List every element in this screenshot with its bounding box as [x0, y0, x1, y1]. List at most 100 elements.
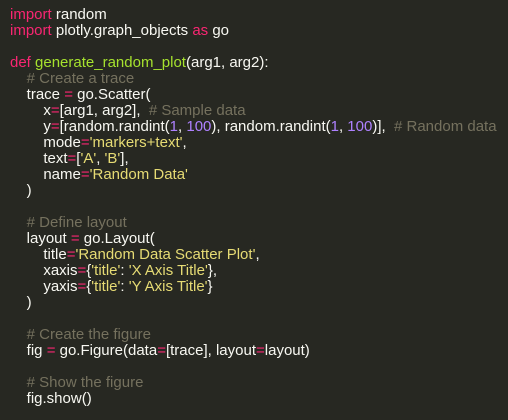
code-line: xaxis={'title': 'X Axis Title'}, — [10, 263, 497, 279]
keyword-token: def — [10, 54, 31, 71]
operator-token: = — [80, 166, 90, 183]
comment-token: # Random data — [394, 118, 497, 135]
code-line: ) — [10, 295, 497, 311]
code-token: name — [10, 166, 81, 183]
code-line: yaxis={'title': 'Y Axis Title'} — [10, 279, 497, 295]
code-line: y=[random.randint(1, 100), random.randin… — [10, 118, 497, 135]
code-token: : — [120, 262, 129, 279]
code-line: # Create the figure — [10, 327, 497, 343]
string-token: 'Random Data Scatter Plot' — [75, 246, 256, 263]
comment-token: # Define layout — [26, 214, 127, 231]
code-token: ], — [120, 150, 129, 167]
code-token: }, — [207, 262, 217, 279]
code-token: trace — [10, 86, 65, 103]
code-token: random — [51, 6, 107, 23]
code-token: xaxis — [10, 262, 78, 279]
code-line: import plotly.graph_objects as go — [10, 23, 497, 39]
operator-token: = — [67, 150, 77, 167]
number-token: 1 — [330, 118, 339, 135]
code-token: title — [10, 246, 67, 263]
code-token: ), random.randint( — [211, 118, 331, 135]
keyword-token: import — [10, 6, 52, 23]
comment-token: # Create the figure — [26, 326, 151, 343]
code-token: )], — [372, 118, 394, 135]
code-line: import random — [10, 7, 497, 23]
operator-token: = — [157, 342, 166, 359]
operator-token: = — [77, 278, 87, 295]
code-token: yaxis — [10, 278, 78, 295]
code-token: go — [208, 22, 230, 39]
operator-token: = — [256, 342, 265, 359]
code-editor[interactable]: import random import plotly.graph_objects… — [0, 0, 508, 420]
code-token: , — [96, 150, 105, 167]
code-token: , — [255, 246, 260, 263]
code-token: go.Figure(data — [55, 342, 158, 359]
code-line: ) — [10, 183, 497, 199]
code-line: mode='markers+text', — [10, 135, 497, 151]
code-block[interactable]: import random import plotly.graph_objects… — [10, 7, 497, 407]
comment-token: # Sample data — [148, 102, 246, 119]
string-token: 'title' — [91, 278, 121, 295]
string-token: 'markers+text' — [89, 134, 183, 151]
code-token: [arg1, arg2], — [59, 102, 149, 119]
code-token: fig — [10, 342, 47, 359]
keyword-token: import — [10, 22, 52, 39]
code-token: : — [120, 278, 129, 295]
operator-token: = — [64, 86, 73, 103]
function-name-token: generate_random_plot — [35, 54, 186, 71]
code-token: go.Scatter( — [72, 86, 151, 103]
code-token: } — [207, 278, 213, 295]
code-line: # Create a trace — [10, 71, 497, 87]
code-token: layout) — [264, 342, 310, 359]
operator-token: = — [77, 262, 87, 279]
string-token: 'A' — [80, 150, 97, 167]
code-token: go.Layout( — [79, 230, 155, 247]
code-line: def generate_random_plot(arg1, arg2): — [10, 55, 497, 71]
code-line: name='Random Data' — [10, 167, 497, 183]
code-line: # Show the figure — [10, 375, 497, 391]
operator-token: = — [80, 134, 90, 151]
operator-token: = — [70, 230, 80, 247]
number-token: 100 — [347, 118, 373, 135]
keyword-token: as — [192, 22, 209, 39]
code-line: text=['A', 'B'], — [10, 151, 497, 167]
comment-token: # Create a trace — [26, 70, 135, 87]
code-token: (arg1, arg2): — [185, 54, 269, 71]
number-token: 100 — [186, 118, 212, 135]
operator-token: = — [50, 102, 60, 119]
code-line: layout = go.Layout( — [10, 231, 497, 247]
string-token: 'X Axis Title' — [128, 262, 208, 279]
code-token: layout — [10, 230, 71, 247]
code-token: fig.show() — [10, 390, 92, 407]
string-token: 'Y Axis Title' — [128, 278, 208, 295]
code-token: x — [10, 102, 51, 119]
code-line: fig.show() — [10, 391, 497, 407]
string-token: 'B' — [104, 150, 121, 167]
code-token: ) — [10, 182, 32, 199]
code-line: trace = go.Scatter( — [10, 87, 497, 103]
code-line: title='Random Data Scatter Plot', — [10, 247, 497, 263]
operator-token: = — [50, 118, 60, 135]
code-token: [trace], layout — [165, 342, 256, 359]
code-line: # Define layout — [10, 215, 497, 231]
code-line: fig = go.Figure(data=[trace], layout=lay… — [10, 343, 497, 359]
code-token: , — [182, 134, 187, 151]
code-token: y — [10, 118, 51, 135]
code-line: x=[arg1, arg2], # Sample data — [10, 103, 497, 119]
string-token: 'Random Data' — [89, 166, 188, 183]
code-token: mode — [10, 134, 81, 151]
code-token: [random.randint( — [59, 118, 170, 135]
code-token: ) — [10, 294, 32, 311]
string-token: 'title' — [91, 262, 121, 279]
code-token: text — [10, 150, 68, 167]
comment-token: # Show the figure — [26, 374, 144, 391]
code-token: plotly.graph_objects — [51, 22, 193, 39]
